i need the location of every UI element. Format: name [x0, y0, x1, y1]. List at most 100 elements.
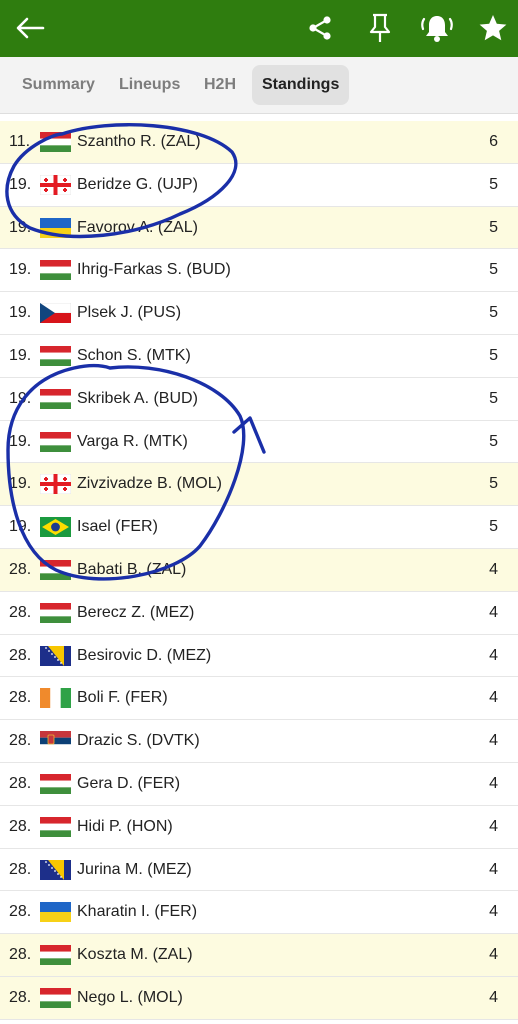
player-row[interactable]: 19. Favorov A. (ZAL) 5 [0, 206, 518, 250]
player-name[interactable]: Nego L. (MOL) [77, 977, 183, 1019]
player-row[interactable]: 28. Babati B. (ZAL) 4 [0, 548, 518, 592]
player-name[interactable]: Varga R. (MTK) [77, 421, 188, 463]
player-goals: 4 [489, 689, 498, 707]
player-row[interactable]: 28. Hidi P. (HON) 4 [0, 805, 518, 849]
player-goals: 4 [489, 860, 498, 878]
player-goals: 4 [489, 946, 498, 964]
share-icon [309, 16, 331, 40]
player-row[interactable]: 28. Boli F. (FER) 4 [0, 677, 518, 721]
czech-flag-icon [40, 303, 71, 324]
player-name[interactable]: Plsek J. (PUS) [77, 292, 181, 334]
pin-icon [369, 13, 391, 42]
tab-summary[interactable]: Summary [12, 65, 105, 105]
player-name[interactable]: Isael (FER) [77, 506, 158, 548]
player-row[interactable]: 19. Schon S. (MTK) 5 [0, 334, 518, 378]
player-row[interactable]: 11. Szantho R. (ZAL) 6 [0, 121, 518, 164]
player-row[interactable]: 19. Varga R. (MTK) 5 [0, 420, 518, 464]
player-row[interactable]: 28. Berecz Z. (MEZ) 4 [0, 591, 518, 635]
player-goals: 5 [489, 475, 498, 493]
share-button[interactable] [302, 10, 338, 46]
player-name[interactable]: Koszta M. (ZAL) [77, 934, 193, 976]
top-bar [0, 0, 518, 57]
player-name[interactable]: Boli F. (FER) [77, 677, 168, 719]
player-row[interactable]: 19. Ihrig-Farkas S. (BUD) 5 [0, 249, 518, 293]
ukraine-flag-icon [40, 217, 71, 238]
player-rank: 19. [9, 218, 32, 236]
player-rank: 19. [9, 261, 32, 279]
tab-lineups[interactable]: Lineups [109, 65, 190, 105]
bosnia-flag-icon [40, 645, 71, 666]
player-row[interactable]: 19. Plsek J. (PUS) 5 [0, 292, 518, 335]
favorite-button[interactable] [475, 10, 511, 46]
player-row[interactable]: 28. Besirovic D. (MEZ) 4 [0, 634, 518, 678]
pin-button[interactable] [362, 10, 398, 46]
star-icon [479, 15, 507, 41]
player-rank: 19. [9, 304, 32, 322]
hungary-flag-icon [40, 602, 71, 623]
hungary-flag-icon [40, 559, 71, 580]
player-rank: 19. [9, 175, 32, 193]
hungary-flag-icon [40, 132, 71, 152]
player-rank: 28. [9, 988, 32, 1006]
player-name[interactable]: Kharatin I. (FER) [77, 891, 197, 933]
player-name[interactable]: Hidi P. (HON) [77, 806, 173, 848]
player-rank: 19. [9, 389, 32, 407]
player-row[interactable]: 28. Kharatin I. (FER) 4 [0, 891, 518, 935]
hungary-flag-icon [40, 345, 71, 366]
player-name[interactable]: Jurina M. (MEZ) [77, 849, 192, 891]
bell-ringing-icon [421, 16, 453, 42]
player-row[interactable]: 19. Skribek A. (BUD) 5 [0, 377, 518, 421]
player-row[interactable]: 28. Gera D. (FER) 4 [0, 762, 518, 806]
player-rank: 11. [9, 133, 31, 150]
ukraine-flag-icon [40, 902, 71, 923]
player-goals: 5 [489, 304, 498, 322]
player-rank: 19. [9, 432, 32, 450]
player-name[interactable]: Ihrig-Farkas S. (BUD) [77, 249, 231, 291]
hungary-flag-icon [40, 816, 71, 837]
player-name[interactable]: Drazic S. (DVTK) [77, 720, 200, 762]
player-name[interactable]: Beridze G. (UJP) [77, 164, 198, 206]
player-name[interactable]: Zivzivadze B. (MOL) [77, 463, 222, 505]
player-row[interactable]: 28. Jurina M. (MEZ) 4 [0, 848, 518, 892]
player-name[interactable]: Berecz Z. (MEZ) [77, 592, 194, 634]
player-rank: 28. [9, 817, 32, 835]
hungary-flag-icon [40, 260, 71, 281]
player-name[interactable]: Favorov A. (ZAL) [77, 207, 198, 249]
hungary-flag-icon [40, 773, 71, 794]
player-row[interactable]: 28. Nego L. (MOL) 4 [0, 976, 518, 1020]
back-button[interactable] [12, 10, 48, 46]
player-name[interactable]: Gera D. (FER) [77, 763, 180, 805]
alerts-button[interactable] [419, 10, 455, 46]
player-name[interactable]: Szantho R. (ZAL) [77, 121, 201, 163]
tab-h2h[interactable]: H2H [194, 65, 246, 105]
player-goals: 4 [489, 732, 498, 750]
player-goals: 5 [489, 432, 498, 450]
tab-standings[interactable]: Standings [252, 65, 350, 105]
player-goals: 5 [489, 218, 498, 236]
player-row[interactable]: 28. Drazic S. (DVTK) 4 [0, 720, 518, 763]
player-goals: 5 [489, 389, 498, 407]
player-name[interactable]: Besirovic D. (MEZ) [77, 635, 211, 677]
arrow-left-icon [16, 17, 45, 39]
player-row[interactable]: 28. Koszta M. (ZAL) 4 [0, 934, 518, 977]
player-row[interactable]: 19. Beridze G. (UJP) 5 [0, 163, 518, 207]
georgia-flag-icon [40, 174, 71, 195]
player-rank: 28. [9, 689, 32, 707]
player-row[interactable]: 19. Isael (FER) 5 [0, 506, 518, 549]
player-rank: 28. [9, 774, 32, 792]
player-goals: 4 [489, 560, 498, 578]
player-goals: 4 [489, 903, 498, 921]
player-name[interactable]: Schon S. (MTK) [77, 335, 191, 377]
hungary-flag-icon [40, 388, 71, 409]
player-goals: 4 [489, 988, 498, 1006]
player-rank: 19. [9, 475, 32, 493]
player-rank: 19. [9, 346, 32, 364]
player-name[interactable]: Skribek A. (BUD) [77, 378, 198, 420]
player-goals: 5 [489, 518, 498, 536]
player-goals: 5 [489, 261, 498, 279]
player-goals: 4 [489, 774, 498, 792]
brazil-flag-icon [40, 517, 71, 538]
player-row[interactable]: 19. Zivzivadze B. (MOL) 5 [0, 463, 518, 507]
player-rank: 28. [9, 560, 32, 578]
player-name[interactable]: Babati B. (ZAL) [77, 549, 186, 591]
